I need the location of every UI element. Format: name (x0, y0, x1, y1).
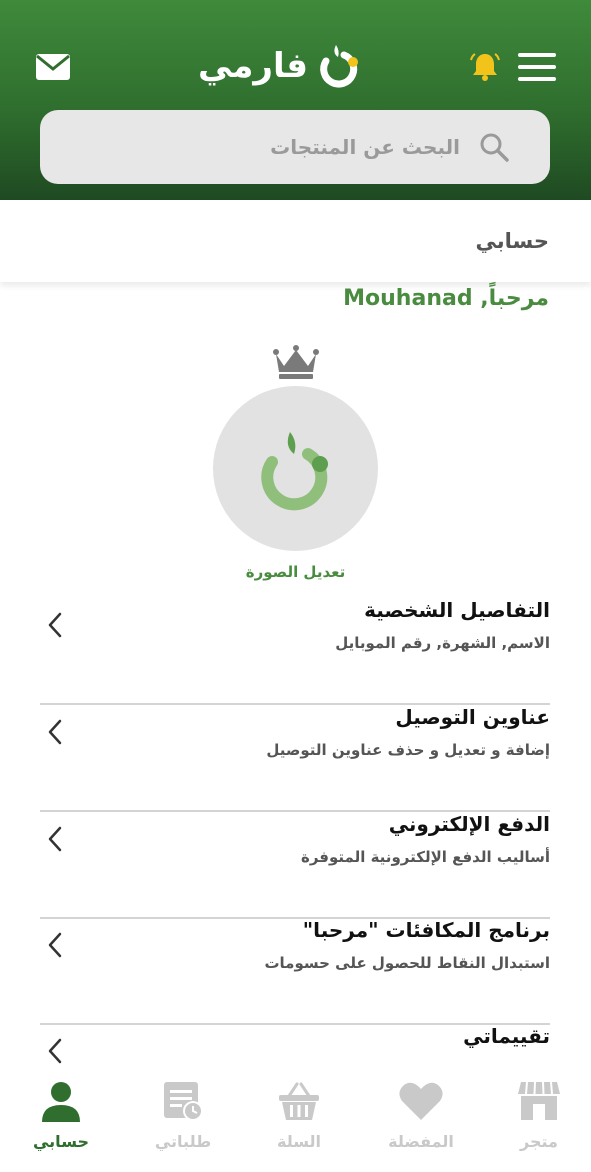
bottom-navigation: حسابي طلباتي السلة المفضلة متجر (0, 1072, 591, 1172)
page-title: حسابي (475, 229, 549, 253)
menu-item-title: عناوين التوصيل (395, 705, 550, 729)
menu-item-subtitle: الاسم, الشهرة, رقم الموبايل (335, 634, 550, 652)
nav-tab-store[interactable]: متجر (484, 1078, 591, 1164)
menu-item-subtitle: استبدال النقاط للحصول على حسومات (264, 954, 550, 972)
chevron-left-icon (48, 826, 62, 852)
menu-item-title: التفاصيل الشخصية (364, 598, 550, 622)
nav-tab-my-account[interactable]: حسابي (6, 1078, 116, 1164)
menu-item-title: برنامج المكافئات "مرحبا" (302, 918, 550, 942)
store-icon (516, 1078, 562, 1124)
nav-label: متجر (520, 1132, 558, 1151)
nav-tab-favorites[interactable]: المفضلة (366, 1078, 476, 1164)
avatar[interactable] (213, 386, 378, 551)
nav-label: حسابي (32, 1132, 89, 1151)
chevron-left-icon (48, 719, 62, 745)
menu-item-my-ratings[interactable]: تقييماتي (40, 1024, 550, 1072)
nav-label: السلة (276, 1132, 321, 1151)
nav-label: المفضلة (388, 1132, 454, 1151)
search-placeholder: البحث عن المنتجات (270, 135, 460, 159)
logo-mark-icon (260, 431, 328, 510)
menu-item-personal-details[interactable]: التفاصيل الشخصية الاسم, الشهرة, رقم المو… (40, 598, 550, 705)
heart-icon (398, 1078, 444, 1124)
hamburger-menu-icon[interactable] (512, 44, 562, 90)
menu-item-delivery-addresses[interactable]: عناوين التوصيل إضافة و تعديل و حذف عناوي… (40, 705, 550, 812)
search-input[interactable]: البحث عن المنتجات (40, 110, 550, 184)
menu-item-rewards-program[interactable]: برنامج المكافئات "مرحبا" استبدال النقاط … (40, 918, 550, 1025)
menu-item-subtitle: أساليب الدفع الإلكترونية المتوفرة (301, 848, 550, 866)
menu-item-title: تقييماتي (463, 1024, 550, 1048)
mail-icon[interactable] (30, 44, 76, 90)
chevron-left-icon (48, 612, 62, 638)
crown-icon (273, 345, 319, 379)
app-logo: فارمي (190, 36, 370, 96)
menu-item-subtitle: إضافة و تعديل و حذف عناوين التوصيل (266, 741, 550, 759)
chevron-left-icon (48, 1038, 62, 1064)
app-header: فارمي البحث عن المنتجات (0, 0, 591, 200)
nav-tab-cart[interactable]: السلة (244, 1078, 354, 1164)
menu-item-electronic-payment[interactable]: الدفع الإلكتروني أساليب الدفع الإلكتروني… (40, 812, 550, 919)
menu-item-title: الدفع الإلكتروني (388, 812, 550, 836)
orders-icon (160, 1078, 206, 1124)
basket-icon (276, 1078, 322, 1124)
search-icon (474, 127, 514, 167)
nav-tab-my-orders[interactable]: طلباتي (128, 1078, 238, 1164)
logo-mark-icon (320, 45, 359, 88)
greeting-text: مرحباً, Mouhanad (343, 286, 549, 311)
nav-label: طلباتي (154, 1132, 212, 1151)
chevron-left-icon (48, 932, 62, 958)
logo-text: فارمي (197, 46, 309, 86)
person-icon (38, 1078, 84, 1124)
notification-bell-icon[interactable] (462, 44, 508, 90)
page-title-bar: حسابي (0, 200, 591, 282)
edit-photo-link[interactable]: تعديل الصورة (0, 563, 591, 581)
